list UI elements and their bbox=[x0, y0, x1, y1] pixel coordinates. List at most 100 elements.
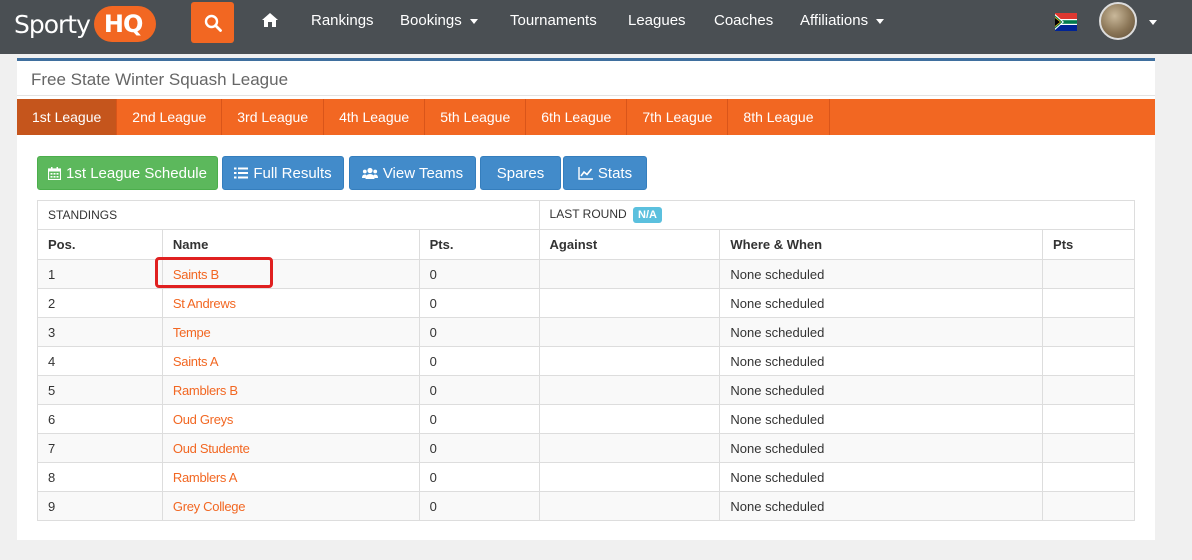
stats-label: Stats bbox=[597, 164, 633, 182]
tab-8th-league[interactable]: 8th League bbox=[728, 99, 830, 135]
row-pts: 0 bbox=[418, 491, 540, 521]
row-name-cell: St Andrews bbox=[161, 288, 420, 318]
row-pos: 8 bbox=[37, 462, 163, 492]
last-round-badge: N/A bbox=[633, 207, 662, 223]
nav-tournaments-label: Tournaments bbox=[510, 12, 597, 29]
chevron-down-icon[interactable] bbox=[1149, 20, 1157, 25]
full-results-label: Full Results bbox=[253, 164, 332, 182]
row-pts-2 bbox=[1042, 317, 1135, 347]
user-avatar[interactable] bbox=[1099, 2, 1137, 40]
nav-bookings-label: Bookings bbox=[400, 12, 462, 29]
row-where-when: None scheduled bbox=[719, 462, 1044, 492]
row-pts: 0 bbox=[418, 433, 540, 463]
col-against: Against bbox=[538, 229, 721, 260]
row-against bbox=[538, 259, 721, 289]
team-link[interactable]: Grey College bbox=[173, 499, 246, 514]
last-round-label: LAST ROUND bbox=[549, 207, 627, 221]
table-row: 7 Oud Studente 0 None scheduled bbox=[37, 433, 1135, 463]
row-pos: 5 bbox=[37, 375, 163, 405]
tab-1st-league[interactable]: 1st League bbox=[17, 99, 118, 135]
row-name-cell: Ramblers B bbox=[161, 375, 420, 405]
league-schedule-button[interactable]: 1st League Schedule bbox=[37, 156, 218, 190]
row-where-when: None scheduled bbox=[719, 317, 1044, 347]
col-name: Name bbox=[161, 229, 420, 260]
row-pos: 2 bbox=[37, 288, 163, 318]
line-chart-icon bbox=[578, 166, 593, 180]
team-link[interactable]: Saints A bbox=[173, 354, 219, 369]
tab-6th-league[interactable]: 6th League bbox=[526, 99, 628, 135]
row-pos: 4 bbox=[37, 346, 163, 376]
last-round-header: LAST ROUND N/A bbox=[538, 200, 1136, 230]
table-row: 8 Ramblers A 0 None scheduled bbox=[37, 462, 1135, 492]
nav-leagues-label: Leagues bbox=[628, 12, 686, 29]
table-row: 5 Ramblers B 0 None scheduled bbox=[37, 375, 1135, 405]
row-against bbox=[538, 491, 721, 521]
nav-affiliations[interactable]: Affiliations bbox=[800, 0, 885, 42]
table-row: 3 Tempe 0 None scheduled bbox=[37, 317, 1135, 347]
row-where-when: None scheduled bbox=[719, 375, 1044, 405]
row-pts: 0 bbox=[418, 317, 540, 347]
row-pos: 9 bbox=[37, 491, 163, 521]
tab-5th-league[interactable]: 5th League bbox=[425, 99, 527, 135]
row-where-when: None scheduled bbox=[719, 288, 1044, 318]
spares-label: Spares bbox=[496, 164, 545, 182]
tab-3rd-league[interactable]: 3rd League bbox=[222, 99, 325, 135]
tab-7th-league[interactable]: 7th League bbox=[627, 99, 729, 135]
home-icon[interactable] bbox=[261, 12, 279, 28]
view-teams-button[interactable]: View Teams bbox=[349, 156, 476, 190]
search-button[interactable] bbox=[191, 2, 234, 43]
logo-text: Sporty bbox=[14, 9, 91, 39]
tab-2nd-league[interactable]: 2nd League bbox=[117, 99, 223, 135]
nav-tournaments[interactable]: Tournaments bbox=[510, 0, 597, 42]
row-pts-2 bbox=[1042, 346, 1135, 376]
full-results-button[interactable]: Full Results bbox=[222, 156, 344, 190]
row-against bbox=[538, 288, 721, 318]
team-link[interactable]: Oud Greys bbox=[173, 412, 233, 427]
row-name-cell: Oud Greys bbox=[161, 404, 420, 434]
col-pos: Pos. bbox=[37, 229, 163, 260]
table-row: 2 St Andrews 0 None scheduled bbox=[37, 288, 1135, 318]
nav-coaches[interactable]: Coaches bbox=[714, 0, 773, 42]
team-link[interactable]: Ramblers A bbox=[173, 470, 238, 485]
nav-leagues[interactable]: Leagues bbox=[628, 0, 686, 42]
south-africa-flag-icon[interactable] bbox=[1055, 13, 1077, 31]
league-tabs: 1st League 2nd League 3rd League 4th Lea… bbox=[17, 99, 1155, 135]
row-pts: 0 bbox=[418, 346, 540, 376]
row-name-cell: Tempe bbox=[161, 317, 420, 347]
row-pos: 6 bbox=[37, 404, 163, 434]
team-link[interactable]: St Andrews bbox=[173, 296, 236, 311]
divider bbox=[17, 95, 1155, 96]
page-title: Free State Winter Squash League bbox=[31, 70, 289, 89]
nav-rankings[interactable]: Rankings bbox=[311, 0, 374, 42]
row-pts-2 bbox=[1042, 288, 1135, 318]
row-pts: 0 bbox=[418, 404, 540, 434]
row-where-when: None scheduled bbox=[719, 491, 1044, 521]
col-where-when: Where & When bbox=[719, 229, 1044, 260]
table-row: 4 Saints A 0 None scheduled bbox=[37, 346, 1135, 376]
col-pts-2: Pts bbox=[1042, 229, 1135, 260]
stats-button[interactable]: Stats bbox=[563, 156, 647, 190]
row-against bbox=[538, 433, 721, 463]
view-teams-label: View Teams bbox=[382, 164, 464, 182]
nav-coaches-label: Coaches bbox=[714, 12, 774, 29]
nav-bookings[interactable]: Bookings bbox=[400, 0, 478, 42]
row-name-cell: Ramblers A bbox=[161, 462, 420, 492]
row-against bbox=[538, 317, 721, 347]
row-pts-2 bbox=[1042, 259, 1135, 289]
row-pts: 0 bbox=[418, 462, 540, 492]
league-schedule-label: 1st League Schedule bbox=[66, 164, 207, 182]
tab-4th-league[interactable]: 4th League bbox=[324, 99, 426, 135]
table-row: 6 Oud Greys 0 None scheduled bbox=[37, 404, 1135, 434]
team-link[interactable]: Ramblers B bbox=[173, 383, 238, 398]
row-pts-2 bbox=[1042, 462, 1135, 492]
sportyhq-logo[interactable]: Sporty HQ bbox=[14, 4, 157, 44]
team-link[interactable]: Oud Studente bbox=[173, 441, 250, 456]
list-icon bbox=[234, 167, 249, 179]
row-against bbox=[538, 462, 721, 492]
spares-button[interactable]: Spares bbox=[480, 156, 561, 190]
chevron-down-icon bbox=[876, 18, 885, 24]
row-pos: 7 bbox=[37, 433, 163, 463]
league-panel: Free State Winter Squash League 1st Leag… bbox=[17, 58, 1155, 540]
team-link[interactable]: Tempe bbox=[173, 325, 211, 340]
col-pts: Pts. bbox=[418, 229, 540, 260]
